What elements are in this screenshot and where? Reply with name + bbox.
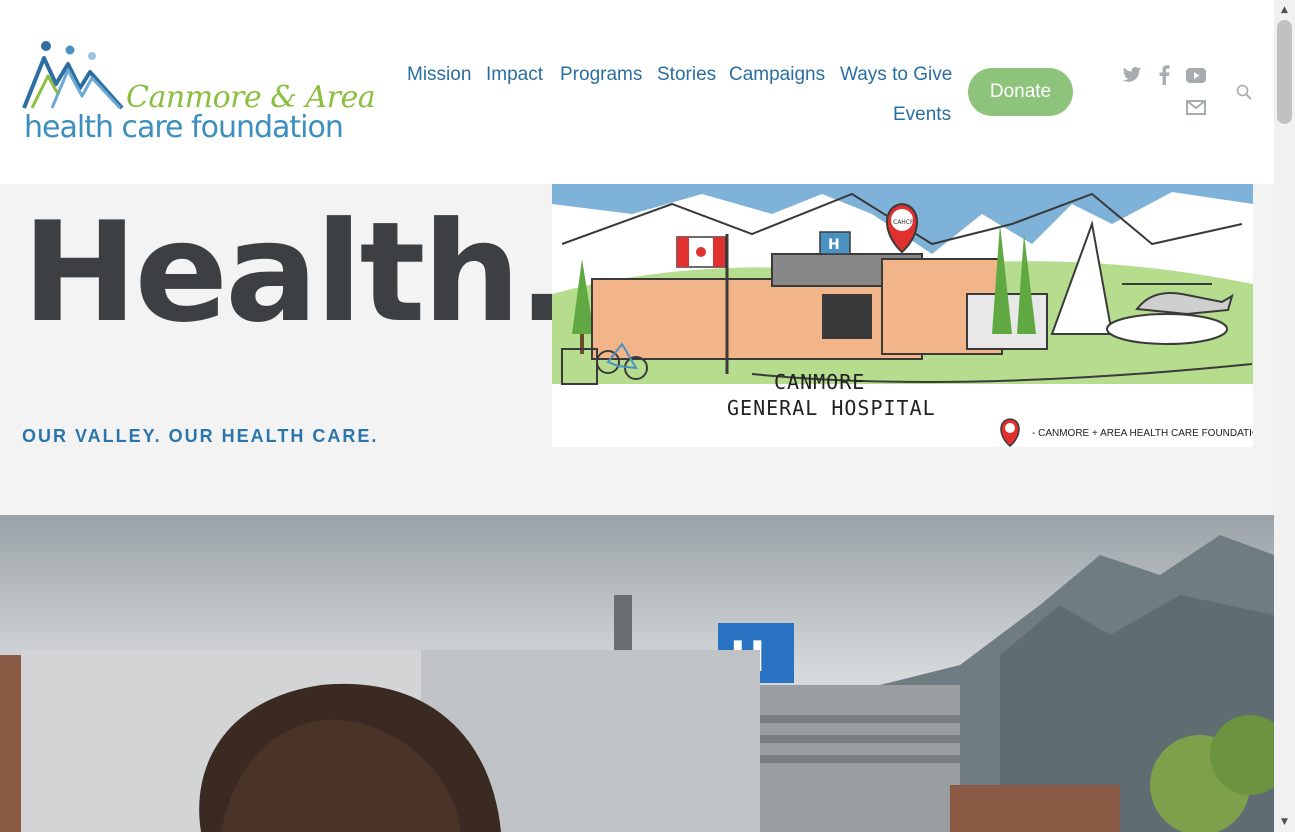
illustration-sign-line2: GENERAL HOSPITAL — [727, 396, 936, 420]
hospital-illustration: H CAHCF CANMORE GENERAL HOSPITAL - CANMO… — [552, 184, 1253, 447]
nav-impact[interactable]: Impact — [486, 64, 543, 86]
pin-label: CAHCF — [893, 219, 914, 226]
hero-tagline: OUR VALLEY. OUR HEALTH CARE. — [22, 426, 379, 446]
search-icon[interactable] — [1236, 84, 1252, 100]
nav-stories[interactable]: Stories — [657, 64, 716, 86]
portrait-photo — [21, 650, 760, 832]
youtube-icon[interactable] — [1186, 68, 1206, 83]
illustration-caption: - CANMORE + AREA HEALTH CARE FOUNDATION — [1032, 428, 1253, 439]
scroll-up-arrow-icon[interactable]: ▲ — [1274, 2, 1295, 18]
hospital-photo: H — [0, 515, 1274, 832]
nav-campaigns[interactable]: Campaigns — [729, 64, 825, 86]
site-logo[interactable]: Canmore & Area health care foundation — [22, 36, 376, 152]
twitter-icon[interactable] — [1122, 66, 1142, 84]
facebook-icon[interactable] — [1158, 65, 1170, 85]
portrait-image — [21, 650, 760, 832]
svg-text:H: H — [828, 237, 840, 253]
scroll-thumb[interactable] — [1277, 20, 1292, 124]
illustration-sign-line1: CANMORE — [774, 370, 866, 394]
nav-ways-to-give[interactable]: Ways to Give — [840, 64, 952, 86]
nav-mission[interactable]: Mission — [407, 64, 471, 86]
hero-heading: Health. — [22, 192, 568, 344]
site-header: Canmore & Area health care foundation Mi… — [0, 0, 1274, 184]
nav-events[interactable]: Events — [893, 104, 951, 126]
email-icon[interactable] — [1186, 100, 1206, 115]
donate-button[interactable]: Donate — [968, 68, 1073, 116]
nav-programs[interactable]: Programs — [560, 64, 642, 86]
logo-text-line2: health care foundation — [24, 110, 344, 145]
scroll-down-arrow-icon[interactable]: ▼ — [1274, 814, 1295, 830]
page-scrollbar[interactable]: ▲ ▼ — [1274, 0, 1295, 832]
